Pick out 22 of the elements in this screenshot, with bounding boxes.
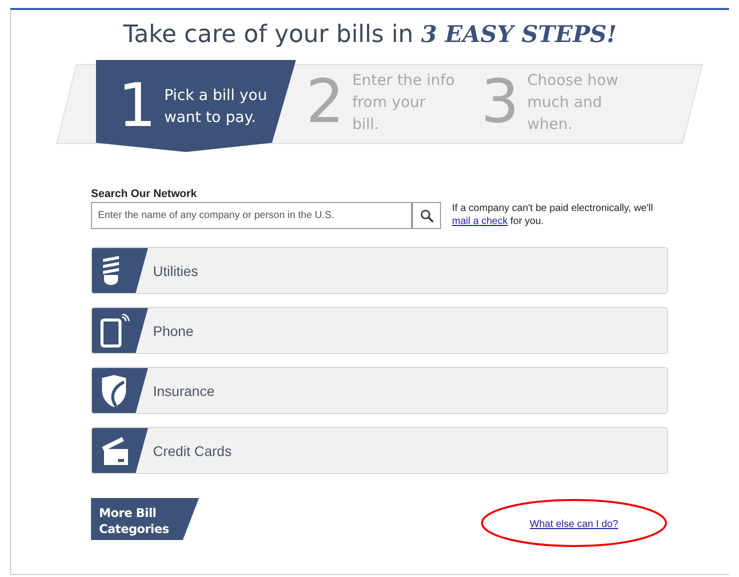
category-button[interactable]: Credit Cards bbox=[91, 427, 668, 474]
page-heading: Take care of your bills in 3 EASY STEPS! bbox=[122, 20, 618, 48]
search-button[interactable] bbox=[412, 202, 441, 229]
mail-check-link[interactable]: mail a check bbox=[452, 216, 508, 227]
search-field[interactable]: Enter the name of any company or person in the U.S. bbox=[91, 202, 412, 229]
step-number: 2 bbox=[306, 72, 344, 132]
category-button[interactable]: Insurance bbox=[91, 367, 668, 414]
mail-check-note: If a company can't be paid electronically, we'll mail a check for you. bbox=[452, 202, 654, 228]
step-text: Pick a bill you want to pay. bbox=[164, 85, 268, 128]
search-label: Search Our Network bbox=[91, 188, 198, 200]
tablet-icon bbox=[100, 314, 130, 348]
help-link[interactable]: What else can I do? bbox=[530, 518, 618, 530]
search-icon bbox=[420, 208, 434, 222]
more-categories-button[interactable]: More Bill Categories bbox=[91, 498, 199, 540]
step-text: Choose how much and when. bbox=[527, 70, 620, 135]
step-number: 3 bbox=[481, 72, 520, 132]
step-number: 1 bbox=[118, 76, 156, 136]
category-button[interactable]: Phone bbox=[91, 307, 668, 354]
step-text: Enter the info from your bill. bbox=[352, 70, 456, 135]
light-bulb-icon bbox=[100, 254, 122, 286]
shield-icon bbox=[100, 374, 128, 408]
category-button[interactable]: Utilities bbox=[91, 247, 668, 294]
